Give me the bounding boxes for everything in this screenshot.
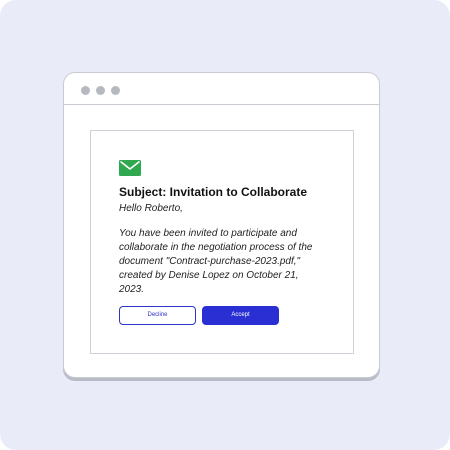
decline-button[interactable]: Decline <box>119 306 196 325</box>
email-card: Subject: Invitation to Collaborate Hello… <box>90 130 354 354</box>
email-body-line: You have been invited to participate and <box>119 228 297 239</box>
accept-button[interactable]: Accept <box>202 306 279 325</box>
page-background: Subject: Invitation to Collaborate Hello… <box>0 0 450 450</box>
email-body-line: document "Contract-purchase-2023.pdf," <box>119 256 301 267</box>
email-body-line: collaborate in the negotiation process o… <box>119 242 313 253</box>
window-control-dot <box>96 86 105 95</box>
window-control-dot <box>111 86 120 95</box>
email-body: You have been invited to participate and… <box>119 227 351 297</box>
window-control-dot <box>81 86 90 95</box>
window-title-bar <box>64 73 379 105</box>
email-body-line: 2023. <box>119 284 145 295</box>
envelope-icon <box>119 160 141 176</box>
email-subject: Subject: Invitation to Collaborate <box>119 185 308 199</box>
email-greeting: Hello Roberto, <box>119 203 183 214</box>
browser-window: Subject: Invitation to Collaborate Hello… <box>63 72 380 378</box>
email-body-line: created by Denise Lopez on October 21, <box>119 270 299 281</box>
